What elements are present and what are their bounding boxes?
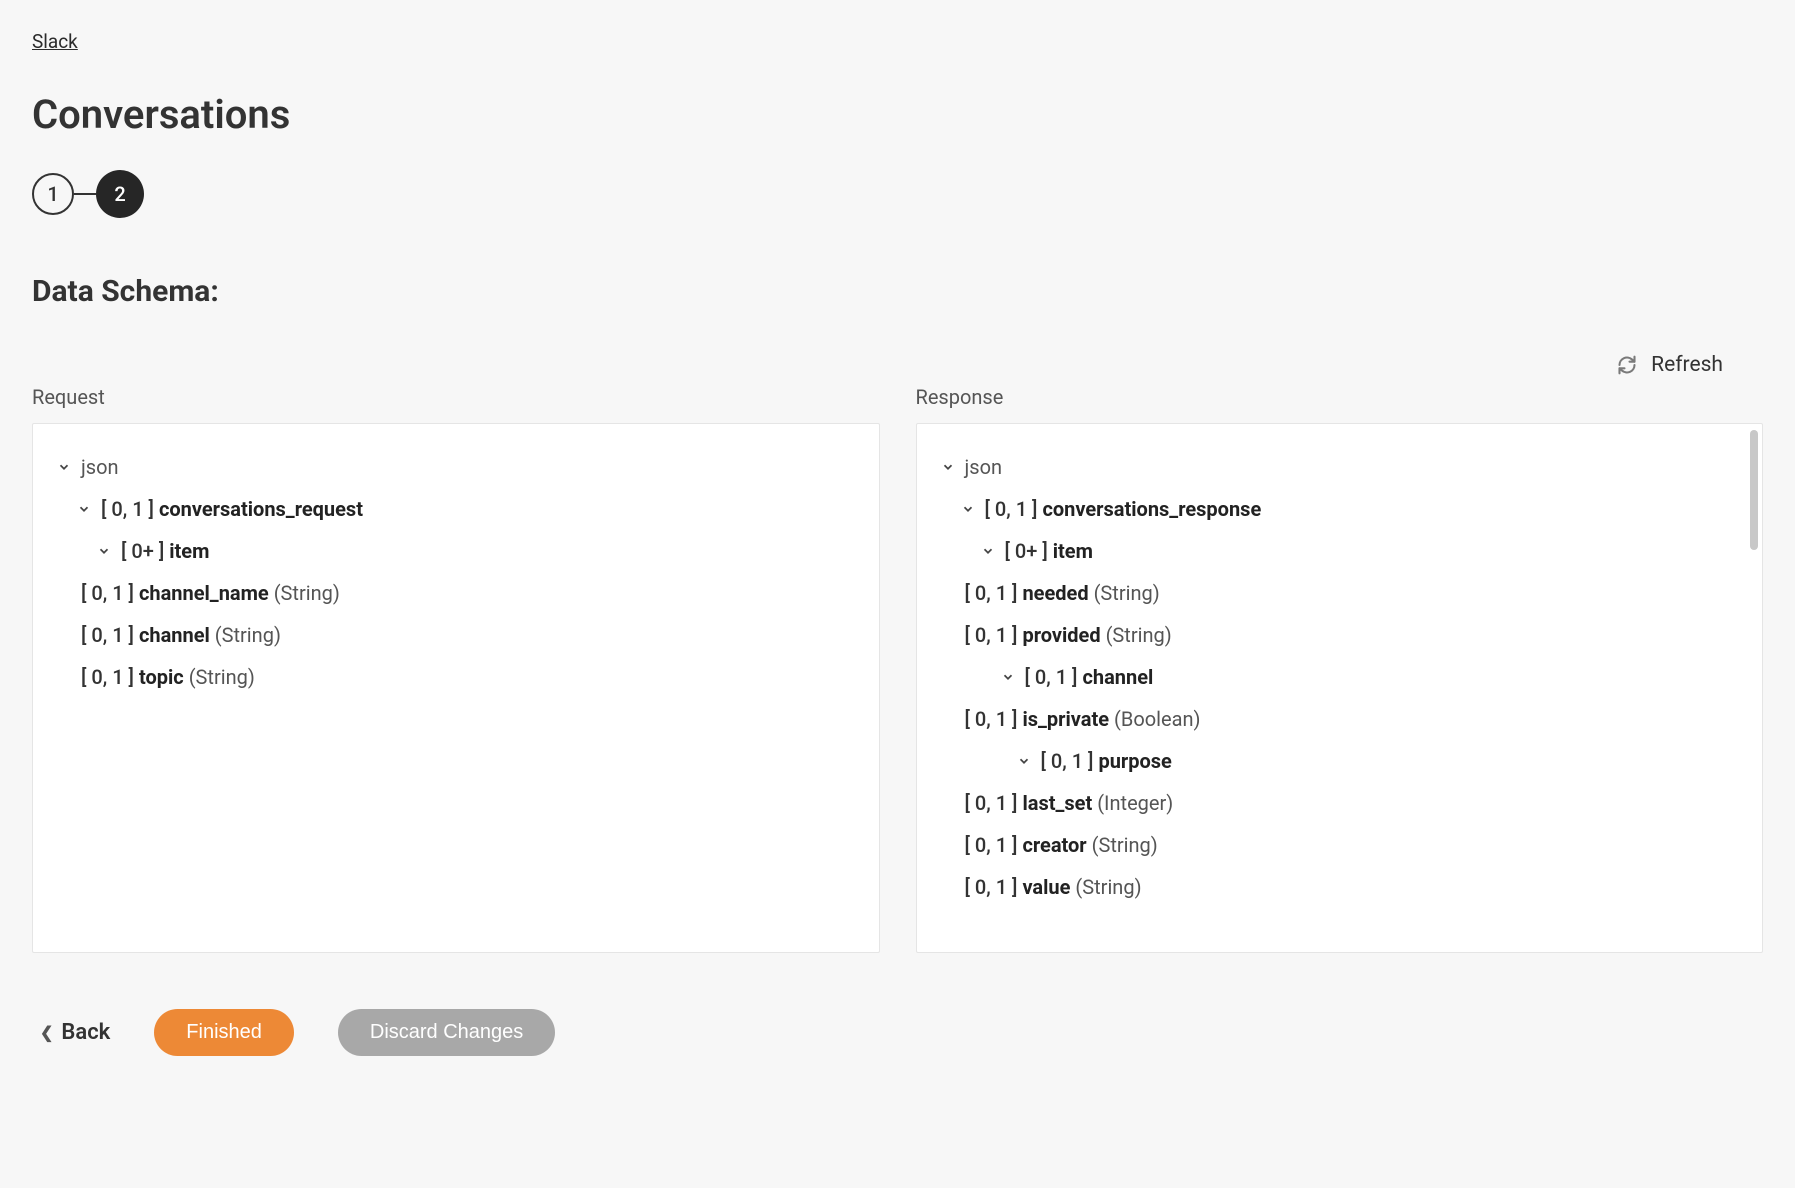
field-type: (String) [1094, 581, 1160, 605]
field-type: (String) [189, 665, 255, 689]
tree-node-conversations-request[interactable]: [ 0, 1 ] conversations_request [57, 488, 855, 530]
field-name: purpose [1098, 749, 1171, 773]
response-panel: json [ 0, 1 ] conversations_response [ 0… [916, 423, 1764, 953]
cardinality: [ 0, 1 ] [965, 707, 1018, 731]
cardinality: [ 0, 1 ] [965, 875, 1018, 899]
chevron-down-icon [1001, 670, 1015, 684]
back-button[interactable]: ❮ Back [40, 1020, 110, 1045]
cardinality: [ 0, 1 ] [985, 497, 1038, 521]
refresh-icon [1617, 355, 1637, 375]
cardinality: [ 0, 1 ] [965, 623, 1018, 647]
tree-node-topic[interactable]: [ 0, 1 ] topic (String) [57, 656, 855, 698]
breadcrumb-slack[interactable]: Slack [32, 30, 78, 53]
chevron-down-icon [1017, 754, 1031, 768]
field-name: conversations_request [159, 497, 363, 521]
request-panel: json [ 0, 1 ] conversations_request [ 0+… [32, 423, 880, 953]
chevron-down-icon [961, 502, 975, 516]
field-name: conversations_response [1042, 497, 1261, 521]
refresh-label: Refresh [1651, 353, 1723, 377]
field-name: item [169, 539, 209, 563]
chevron-down-icon [77, 502, 91, 516]
section-title-data-schema: Data Schema: [32, 274, 1763, 309]
chevron-down-icon [57, 460, 71, 474]
field-name: topic [139, 665, 184, 689]
cardinality: [ 0+ ] [121, 539, 164, 563]
cardinality: [ 0+ ] [1005, 539, 1048, 563]
cardinality: [ 0, 1 ] [81, 581, 134, 605]
field-name: channel [139, 623, 210, 647]
tree-label: json [81, 452, 119, 482]
scrollbar[interactable] [1750, 430, 1758, 550]
field-type: (String) [1075, 875, 1141, 899]
page-title: Conversations [32, 91, 1763, 138]
field-name: last_set [1022, 791, 1092, 815]
discard-changes-button[interactable]: Discard Changes [338, 1009, 555, 1056]
field-name: is_private [1022, 707, 1109, 731]
field-name: needed [1022, 581, 1088, 605]
field-name: channel [1082, 665, 1153, 689]
field-type: (Boolean) [1114, 707, 1200, 731]
field-name: creator [1022, 833, 1086, 857]
back-label: Back [61, 1020, 110, 1045]
tree-node-value[interactable]: [ 0, 1 ] value (String) [941, 866, 1739, 908]
tree-node-json[interactable]: json [57, 446, 855, 488]
field-name: item [1053, 539, 1093, 563]
request-column: Request json [ 0, 1 ] conversations_requ… [32, 385, 880, 953]
response-header: Response [916, 385, 1764, 409]
field-name: channel_name [139, 581, 269, 605]
tree-node-item[interactable]: [ 0+ ] item [941, 530, 1739, 572]
field-type: (String) [1106, 623, 1172, 647]
tree-label: json [965, 452, 1003, 482]
response-column: Response json [ 0, 1 ] conversations_res… [916, 385, 1764, 953]
finished-button[interactable]: Finished [154, 1009, 294, 1056]
cardinality: [ 0, 1 ] [1025, 665, 1078, 689]
refresh-button[interactable]: Refresh [1617, 353, 1723, 377]
cardinality: [ 0, 1 ] [81, 623, 134, 647]
tree-node-last-set[interactable]: [ 0, 1 ] last_set (Integer) [941, 782, 1739, 824]
tree-node-conversations-response[interactable]: [ 0, 1 ] conversations_response [941, 488, 1739, 530]
field-name: provided [1022, 623, 1100, 647]
cardinality: [ 0, 1 ] [101, 497, 154, 521]
tree-node-channel-name[interactable]: [ 0, 1 ] channel_name (String) [57, 572, 855, 614]
tree-node-provided[interactable]: [ 0, 1 ] provided (String) [941, 614, 1739, 656]
field-type: (String) [274, 581, 340, 605]
tree-node-channel[interactable]: [ 0, 1 ] channel [941, 656, 1739, 698]
field-type: (Integer) [1097, 791, 1173, 815]
tree-node-item[interactable]: [ 0+ ] item [57, 530, 855, 572]
tree-node-is-private[interactable]: [ 0, 1 ] is_private (Boolean) [941, 698, 1739, 740]
step-1[interactable]: 1 [32, 173, 74, 215]
field-type: (String) [215, 623, 281, 647]
tree-node-creator[interactable]: [ 0, 1 ] creator (String) [941, 824, 1739, 866]
cardinality: [ 0, 1 ] [965, 791, 1018, 815]
cardinality: [ 0, 1 ] [1041, 749, 1094, 773]
chevron-left-icon: ❮ [40, 1023, 53, 1042]
stepper: 1 2 [32, 170, 1763, 218]
chevron-down-icon [981, 544, 995, 558]
cardinality: [ 0, 1 ] [965, 581, 1018, 605]
tree-node-json[interactable]: json [941, 446, 1739, 488]
step-connector [74, 193, 96, 195]
chevron-down-icon [941, 460, 955, 474]
cardinality: [ 0, 1 ] [965, 833, 1018, 857]
step-2[interactable]: 2 [96, 170, 144, 218]
tree-node-needed[interactable]: [ 0, 1 ] needed (String) [941, 572, 1739, 614]
field-type: (String) [1092, 833, 1158, 857]
tree-node-channel[interactable]: [ 0, 1 ] channel (String) [57, 614, 855, 656]
tree-node-purpose[interactable]: [ 0, 1 ] purpose [941, 740, 1739, 782]
field-name: value [1022, 875, 1070, 899]
chevron-down-icon [97, 544, 111, 558]
cardinality: [ 0, 1 ] [81, 665, 134, 689]
request-header: Request [32, 385, 880, 409]
